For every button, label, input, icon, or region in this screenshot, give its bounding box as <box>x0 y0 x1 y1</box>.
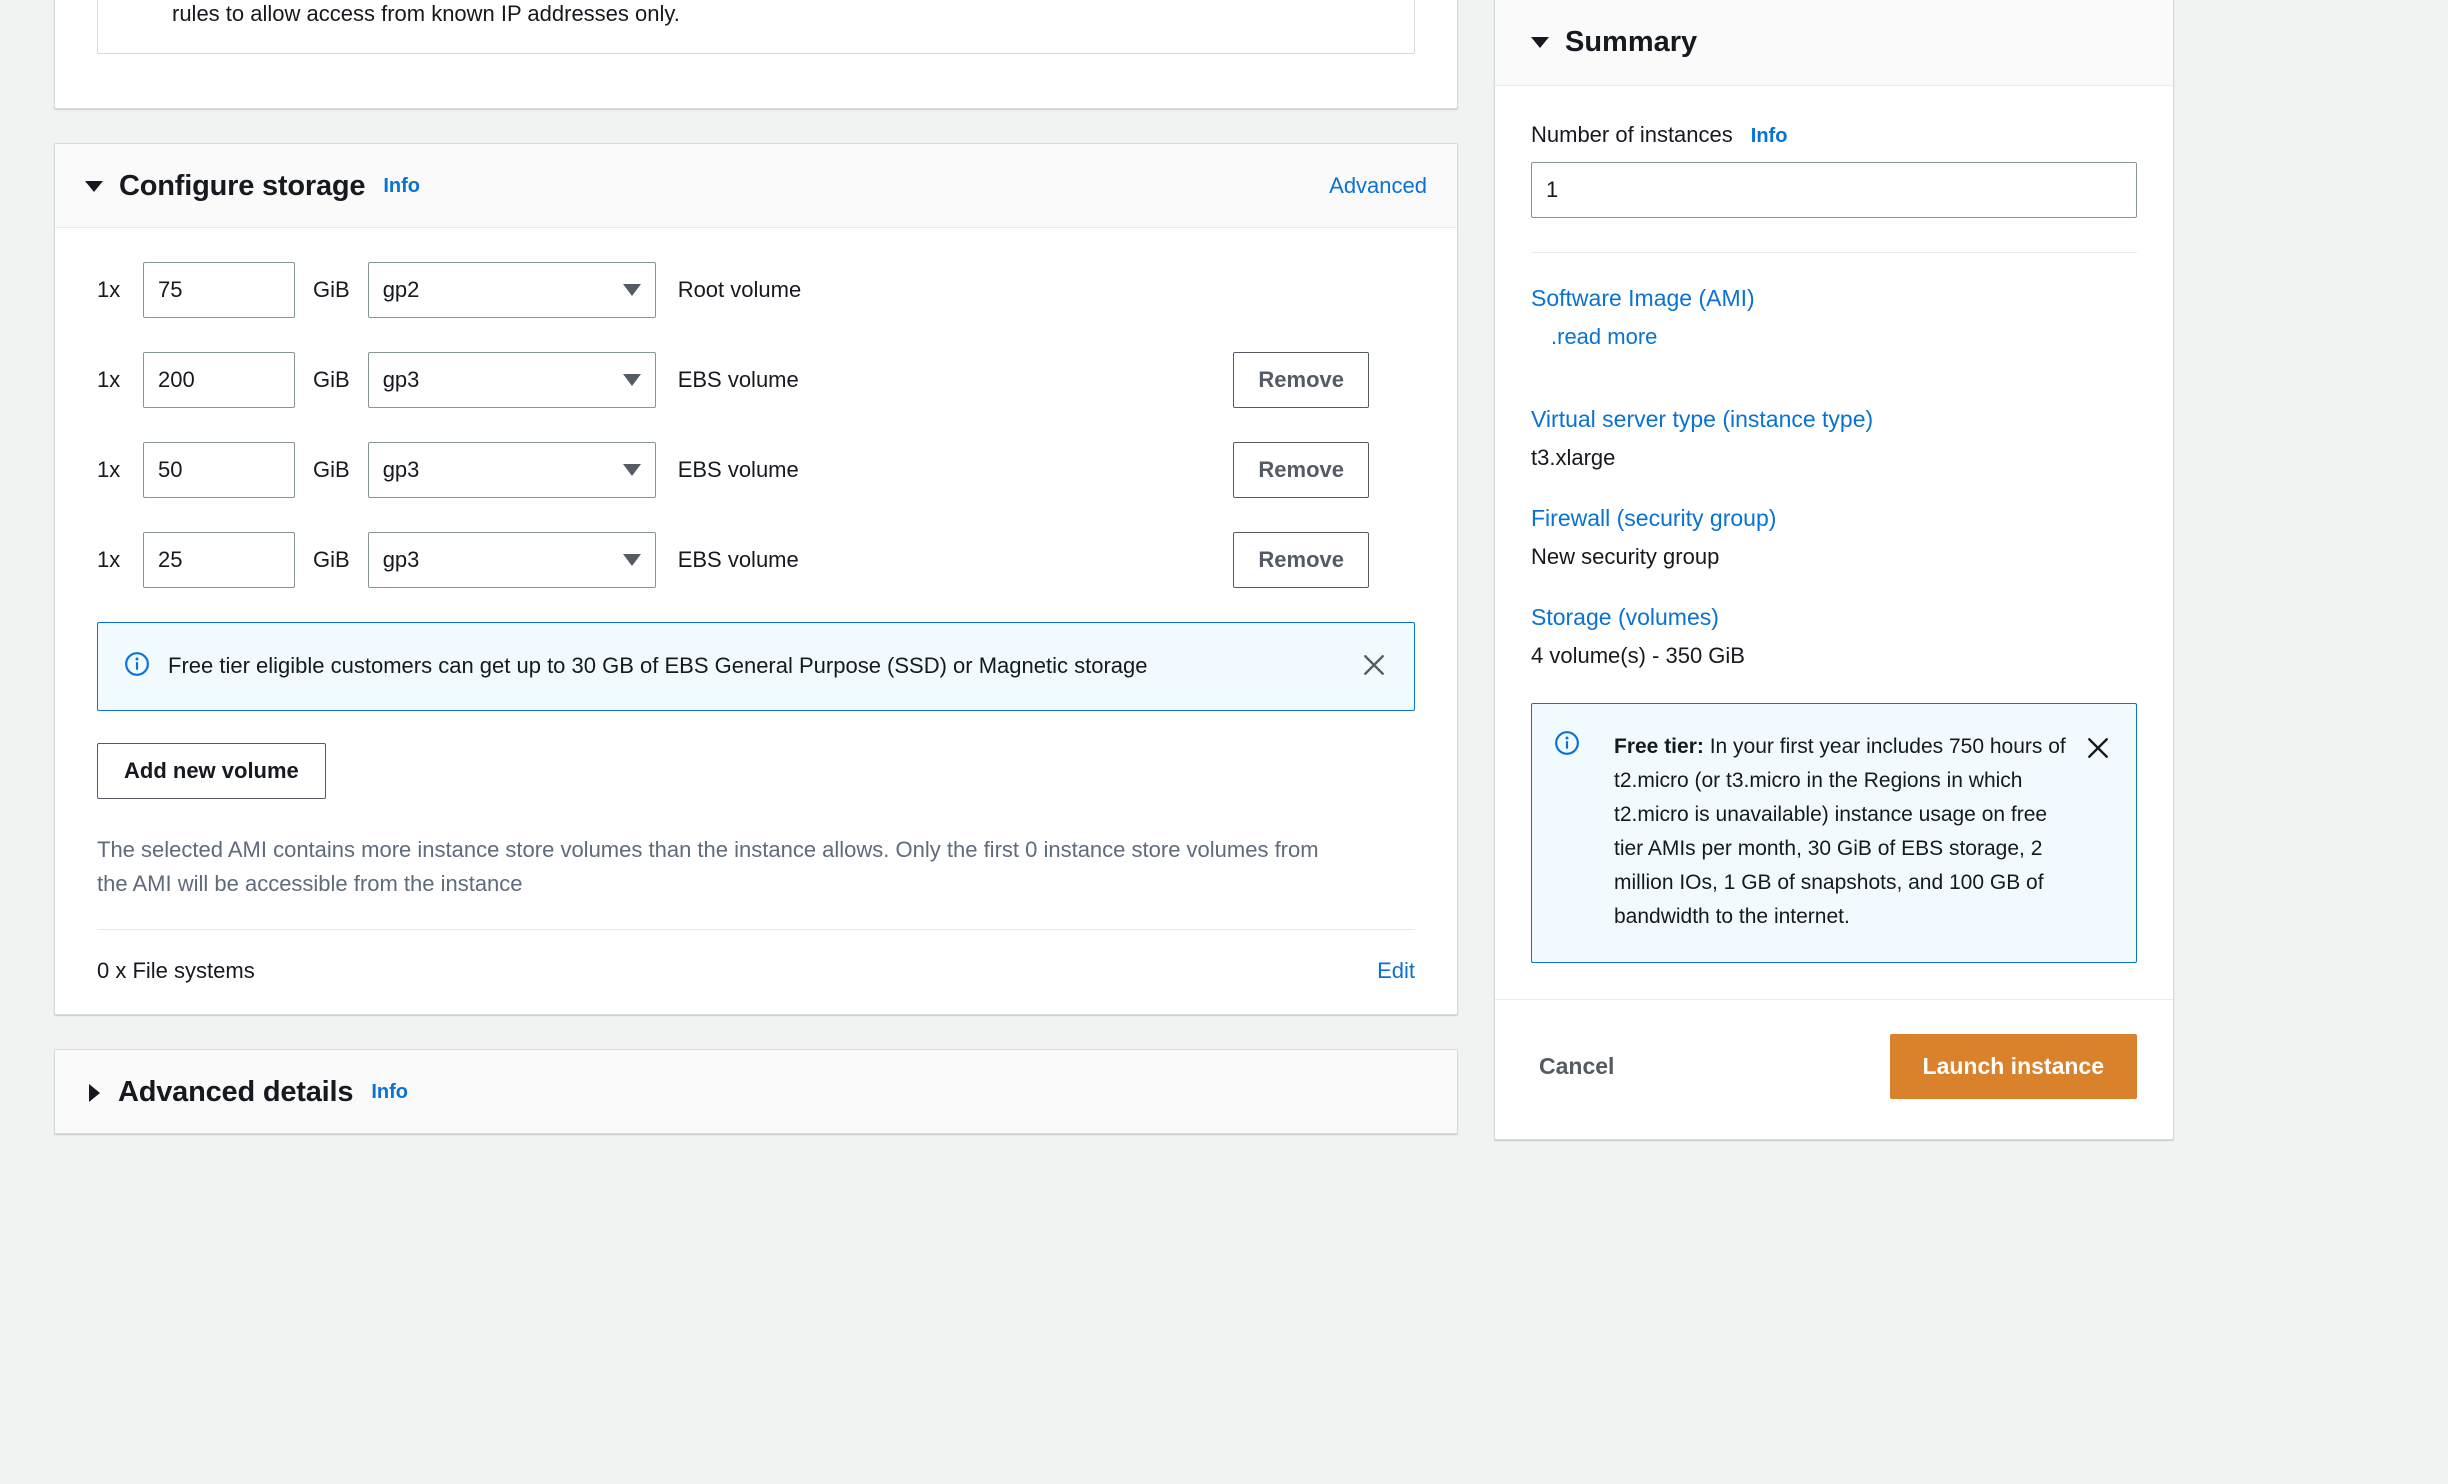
close-icon[interactable] <box>2084 734 2112 767</box>
summary-footer: Cancel Launch instance <box>1495 999 2173 1139</box>
number-of-instances-input[interactable] <box>1531 162 2137 218</box>
close-icon[interactable] <box>1360 651 1388 684</box>
configure-storage-card: Configure storage Info Advanced 1x GiB g… <box>54 142 1458 1016</box>
warning-triangle-icon <box>124 0 154 1</box>
chevron-down-icon <box>622 553 641 566</box>
volume-unit-label: GiB <box>313 456 350 482</box>
left-column: Rules with source of 0.0.0.0/0 allow all… <box>54 0 1458 1168</box>
advanced-details-header[interactable]: Advanced details Info <box>55 1050 1457 1134</box>
redacted-ami-name <box>1531 354 1545 372</box>
configure-storage-info-link[interactable]: Info <box>383 175 420 198</box>
volume-size-input[interactable] <box>143 261 295 318</box>
free-tier-storage-text: Free tier eligible customers can get up … <box>168 653 1148 679</box>
volume-count: 1x <box>97 366 121 392</box>
summary-group-instance-type: Virtual server type (instance type) t3.x… <box>1531 406 2137 471</box>
summary-body: Number of instances Info Software Image … <box>1495 86 2173 964</box>
configure-storage-title: Configure storage <box>119 169 366 202</box>
volume-type-value: gp3 <box>382 456 420 482</box>
storage-value: 4 volume(s) - 350 GiB <box>1531 643 1745 668</box>
firewall-link[interactable]: Firewall (security group) <box>1531 505 2137 532</box>
read-more-link[interactable]: .read more <box>1551 324 1657 372</box>
summary-header[interactable]: Summary <box>1495 0 2173 86</box>
network-settings-card: Rules with source of 0.0.0.0/0 allow all… <box>54 0 1458 109</box>
summary-group-storage: Storage (volumes) 4 volume(s) - 350 GiB <box>1531 604 2137 669</box>
volume-type-select[interactable]: gp3 <box>367 531 656 588</box>
info-circle-icon <box>1554 730 1580 761</box>
volume-type-select[interactable]: gp3 <box>367 351 656 408</box>
free-tier-notice-text: Free tier: In your first year includes 7… <box>1614 730 2070 934</box>
remove-volume-button[interactable]: Remove <box>1233 441 1369 498</box>
number-of-instances-label: Number of instances <box>1531 122 1733 147</box>
number-of-instances-label-row: Number of instances Info <box>1531 122 2137 148</box>
software-image-value-redacted: .read more <box>1531 324 2137 372</box>
file-systems-edit-link[interactable]: Edit <box>1377 958 1415 984</box>
number-of-instances-info-link[interactable]: Info <box>1751 125 1788 148</box>
chevron-down-icon[interactable] <box>85 180 103 192</box>
remove-volume-button[interactable]: Remove <box>1233 531 1369 588</box>
security-warning-text: Rules with source of 0.0.0.0/0 allow all… <box>172 1 680 27</box>
add-new-volume-button[interactable]: Add new volume <box>97 742 326 799</box>
storage-link[interactable]: Storage (volumes) <box>1531 604 2137 631</box>
configure-storage-header[interactable]: Configure storage Info Advanced <box>55 143 1457 228</box>
volume-size-input[interactable] <box>143 531 295 588</box>
volume-size-input[interactable] <box>143 351 295 408</box>
chevron-down-icon[interactable] <box>1531 37 1549 48</box>
volume-row: 1x GiB gp3 EBS volume Remove <box>97 531 1415 588</box>
free-tier-storage-info-bar: Free tier eligible customers can get up … <box>97 621 1415 711</box>
launch-instance-button[interactable]: Launch instance <box>1889 1034 2137 1100</box>
advanced-details-info-link[interactable]: Info <box>371 1081 408 1104</box>
volume-type-value: gp2 <box>382 276 420 302</box>
summary-group-firewall: Firewall (security group) New security g… <box>1531 505 2137 570</box>
network-settings-body: Rules with source of 0.0.0.0/0 allow all… <box>55 0 1457 108</box>
chevron-down-icon <box>622 463 641 476</box>
chevron-right-icon[interactable] <box>89 1083 100 1102</box>
free-tier-notice-box: Free tier: In your first year includes 7… <box>1531 703 2137 964</box>
instance-type-value: t3.xlarge <box>1531 445 1616 470</box>
advanced-details-title: Advanced details <box>118 1076 354 1109</box>
volume-unit-label: GiB <box>313 546 350 572</box>
file-systems-row: 0 x File systems Edit <box>97 930 1415 1014</box>
volume-role-label: EBS volume <box>677 366 799 392</box>
volume-count: 1x <box>97 276 121 302</box>
chevron-down-icon <box>622 373 641 386</box>
summary-card: Summary Number of instances Info Softwar… <box>1494 0 2174 1141</box>
volume-role-label: EBS volume <box>677 456 799 482</box>
free-tier-notice-body: In your first year includes 750 hours of… <box>1614 735 2066 929</box>
remove-volume-button[interactable]: Remove <box>1233 351 1369 408</box>
cancel-button[interactable]: Cancel <box>1531 1041 1622 1092</box>
firewall-value: New security group <box>1531 544 1720 569</box>
instance-store-note: The selected AMI contains more instance … <box>97 836 1319 896</box>
ec2-launch-instance-page: Rules with source of 0.0.0.0/0 allow all… <box>0 0 2448 1484</box>
summary-title: Summary <box>1565 26 1698 58</box>
software-image-link[interactable]: Software Image (AMI) <box>1531 285 2137 312</box>
summary-column: Summary Number of instances Info Softwar… <box>1494 0 2174 1141</box>
volume-row: 1x GiB gp2 Root volume <box>97 261 1415 318</box>
info-circle-icon <box>124 651 150 682</box>
volume-type-select[interactable]: gp3 <box>367 441 656 498</box>
volume-unit-label: GiB <box>313 366 350 392</box>
storage-advanced-link[interactable]: Advanced <box>1329 173 1427 199</box>
volume-type-value: gp3 <box>382 366 420 392</box>
configure-storage-body: 1x GiB gp2 Root volume 1x GiB <box>55 228 1457 1014</box>
instance-type-link[interactable]: Virtual server type (instance type) <box>1531 406 2137 433</box>
advanced-details-card: Advanced details Info <box>54 1049 1458 1135</box>
volume-type-select[interactable]: gp2 <box>367 261 656 318</box>
chevron-down-icon <box>622 283 641 296</box>
volume-row: 1x GiB gp3 EBS volume Remove <box>97 351 1415 408</box>
volume-role-label: Root volume <box>677 276 802 302</box>
security-warning-alert: Rules with source of 0.0.0.0/0 allow all… <box>97 0 1415 54</box>
volume-count: 1x <box>97 546 121 572</box>
volume-row: 1x GiB gp3 EBS volume Remove <box>97 441 1415 498</box>
summary-divider <box>1531 252 2137 253</box>
volume-size-input[interactable] <box>143 441 295 498</box>
file-systems-label: 0 x File systems <box>97 958 255 984</box>
volume-type-value: gp3 <box>382 546 420 572</box>
volume-role-label: EBS volume <box>677 546 799 572</box>
free-tier-notice-prefix: Free tier: <box>1614 735 1704 758</box>
volume-count: 1x <box>97 456 121 482</box>
volume-unit-label: GiB <box>313 276 350 302</box>
summary-group-software-image: Software Image (AMI) .read more <box>1531 285 2137 372</box>
